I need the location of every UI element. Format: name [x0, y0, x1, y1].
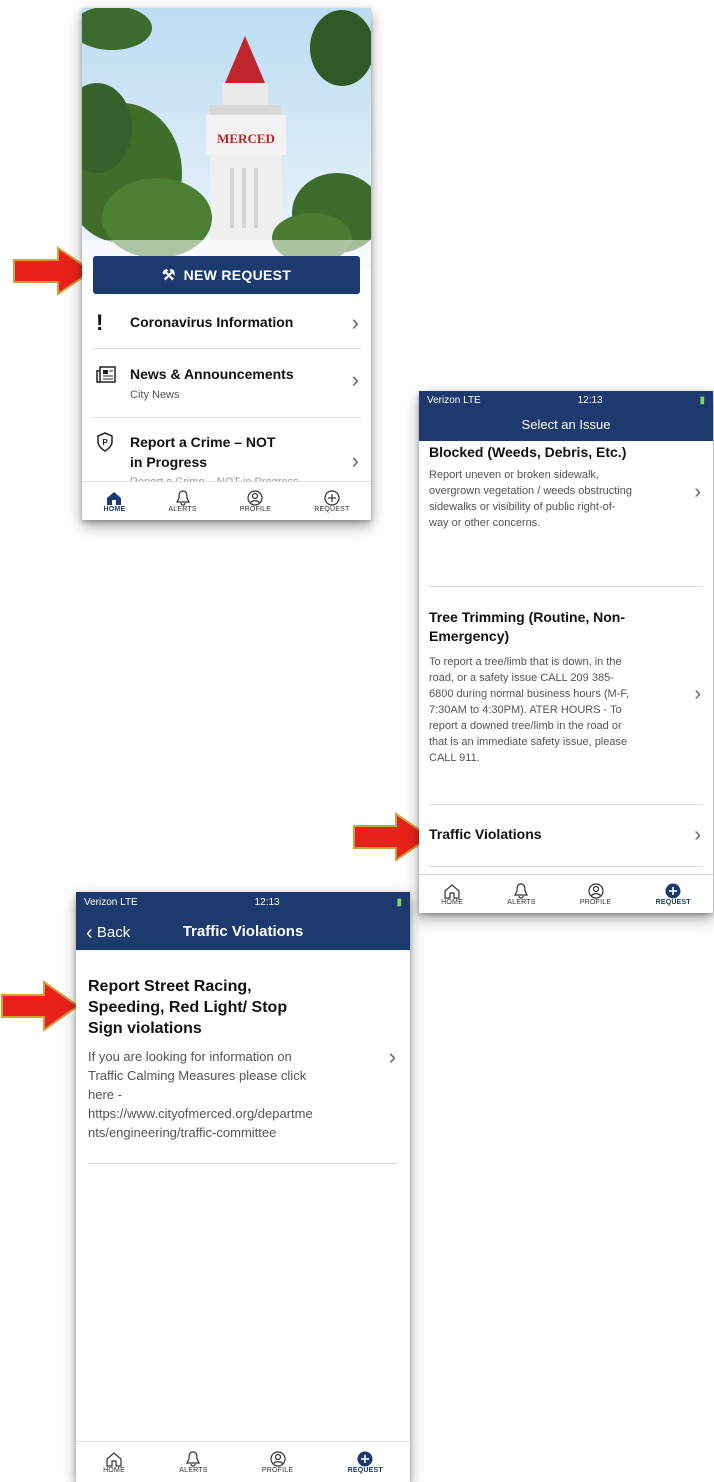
- divider: [88, 1163, 398, 1164]
- tab-alerts[interactable]: ALERTS: [179, 1442, 207, 1482]
- tab-label: HOME: [103, 1466, 125, 1474]
- battery-icon: ▮: [699, 394, 705, 406]
- bell-icon: [186, 1450, 201, 1467]
- profile-icon: [587, 882, 604, 899]
- menu-item-title-line2: in Progress: [130, 454, 208, 470]
- tab-label: PROFILE: [261, 1466, 294, 1474]
- tools-icon: ⚒: [161, 267, 176, 284]
- tab-label: PROFILE: [239, 505, 272, 513]
- menu-item-news-announcements[interactable]: News & Announcements City News ›: [92, 349, 361, 418]
- newspaper-icon: [96, 366, 116, 383]
- tab-label: REQUEST: [314, 505, 350, 513]
- menu-item-title: News & Announcements: [130, 366, 294, 382]
- issue-description: If you are looking for information on Tr…: [88, 1049, 313, 1140]
- new-request-label: NEW REQUEST: [183, 267, 292, 283]
- profile-icon: [247, 489, 264, 506]
- tab-profile[interactable]: PROFILE: [262, 1442, 293, 1482]
- clock-tower-illustration: MERCED: [82, 8, 371, 270]
- status-bar: Verizon LTE 12:13 ▮: [76, 892, 410, 912]
- pointer-arrow-report-street-racing: [1, 980, 80, 1032]
- issue-title: Blocked (Weeds, Debris, Etc.): [429, 444, 627, 460]
- page-title: Traffic Violations: [182, 923, 304, 940]
- tab-label: ALERTS: [179, 1466, 208, 1474]
- clock-text: 12:13: [254, 896, 280, 908]
- chevron-right-icon: ›: [694, 683, 701, 705]
- divider: [429, 866, 703, 867]
- issue-title: Tree Trimming (Routine, Non-Emergency): [429, 609, 626, 644]
- menu-item-title: Report a Crime – NOT: [130, 434, 276, 450]
- menu-item-coronavirus-information[interactable]: ! Coronavirus Information ›: [92, 304, 361, 349]
- tab-label: ALERTS: [168, 505, 197, 513]
- tab-bar: HOME ALERTS PROFILE REQUEST: [82, 481, 371, 520]
- tab-bar: HOME ALERTS PROFILE REQUEST: [76, 1441, 410, 1482]
- tab-label: REQUEST: [655, 898, 691, 906]
- svg-text:MERCED: MERCED: [217, 131, 275, 146]
- tab-home[interactable]: HOME: [104, 482, 126, 520]
- plus-circle-icon: [324, 489, 340, 506]
- issue-title: Report Street Racing, Speeding, Red Ligh…: [88, 978, 288, 1037]
- svg-text:P: P: [102, 438, 108, 447]
- divider: [429, 804, 703, 805]
- home-icon: [106, 1451, 122, 1467]
- chevron-right-icon: ›: [694, 481, 701, 503]
- plus-circle-icon: [357, 1451, 373, 1466]
- menu-item-subtitle: City News: [130, 389, 180, 401]
- phone-select-issue-screen: Verizon LTE 12:13 ▮ Select an Issue Bloc…: [419, 391, 713, 913]
- tab-request[interactable]: REQUEST: [314, 482, 349, 520]
- tab-alerts[interactable]: ALERTS: [168, 482, 197, 520]
- tab-request[interactable]: REQUEST: [348, 1442, 383, 1482]
- chevron-right-icon: ›: [694, 824, 701, 846]
- clock-text: 12:13: [577, 394, 603, 406]
- tab-label: REQUEST: [347, 1466, 383, 1474]
- tab-label: ALERTS: [507, 898, 536, 906]
- hero-image-clock-tower: MERCED: [82, 8, 371, 270]
- status-bar: Verizon LTE 12:13 ▮: [419, 391, 713, 409]
- issue-description: Report uneven or broken sidewalk, overgr…: [429, 469, 633, 529]
- tab-label: HOME: [103, 505, 126, 513]
- home-icon: [444, 883, 460, 899]
- battery-icon: ▮: [396, 896, 402, 908]
- chevron-right-icon: ›: [351, 367, 359, 392]
- tab-alerts[interactable]: ALERTS: [507, 875, 535, 913]
- plus-circle-icon: [665, 883, 681, 898]
- menu-item-title: Coronavirus Information: [130, 314, 294, 330]
- issue-description: To report a tree/limb that is down, in t…: [429, 656, 629, 764]
- police-badge-icon: P: [97, 432, 113, 452]
- tab-label: HOME: [441, 898, 463, 906]
- header-bar: Verizon LTE 12:13 ▮ Select an Issue: [419, 391, 713, 441]
- header-bar: Verizon LTE 12:13 ▮ ‹ Back Traffic Viola…: [76, 892, 410, 950]
- carrier-text: Verizon LTE: [427, 394, 481, 406]
- page-title: Select an Issue: [521, 417, 611, 432]
- tab-home[interactable]: HOME: [441, 875, 463, 913]
- phone-home-screen: MERCED ⚒ NEW REQUEST ! Coronavirus Infor…: [82, 8, 371, 520]
- chevron-right-icon: ›: [351, 448, 359, 473]
- issue-title: Traffic Violations: [429, 826, 542, 842]
- tab-profile[interactable]: PROFILE: [580, 875, 611, 913]
- carrier-text: Verizon LTE: [84, 896, 138, 908]
- tab-bar: HOME ALERTS PROFILE REQUEST: [419, 874, 713, 913]
- exclamation-icon: !: [96, 310, 104, 335]
- phone-traffic-violations-screen: Verizon LTE 12:13 ▮ ‹ Back Traffic Viola…: [76, 892, 410, 1482]
- chevron-right-icon: ›: [351, 310, 359, 335]
- tab-label: PROFILE: [579, 898, 612, 906]
- home-icon: [107, 491, 122, 505]
- profile-icon: [269, 1450, 286, 1467]
- new-request-button[interactable]: ⚒ NEW REQUEST: [93, 256, 360, 294]
- tab-request[interactable]: REQUEST: [656, 875, 691, 913]
- divider: [429, 586, 703, 587]
- bell-icon: [514, 882, 529, 899]
- tab-profile[interactable]: PROFILE: [240, 482, 271, 520]
- chevron-right-icon: ›: [388, 1044, 396, 1069]
- menu-item-report-crime[interactable]: P Report a Crime – NOT in Progress Repor…: [92, 418, 361, 488]
- bell-icon: [175, 489, 190, 506]
- tab-home[interactable]: HOME: [103, 1442, 125, 1482]
